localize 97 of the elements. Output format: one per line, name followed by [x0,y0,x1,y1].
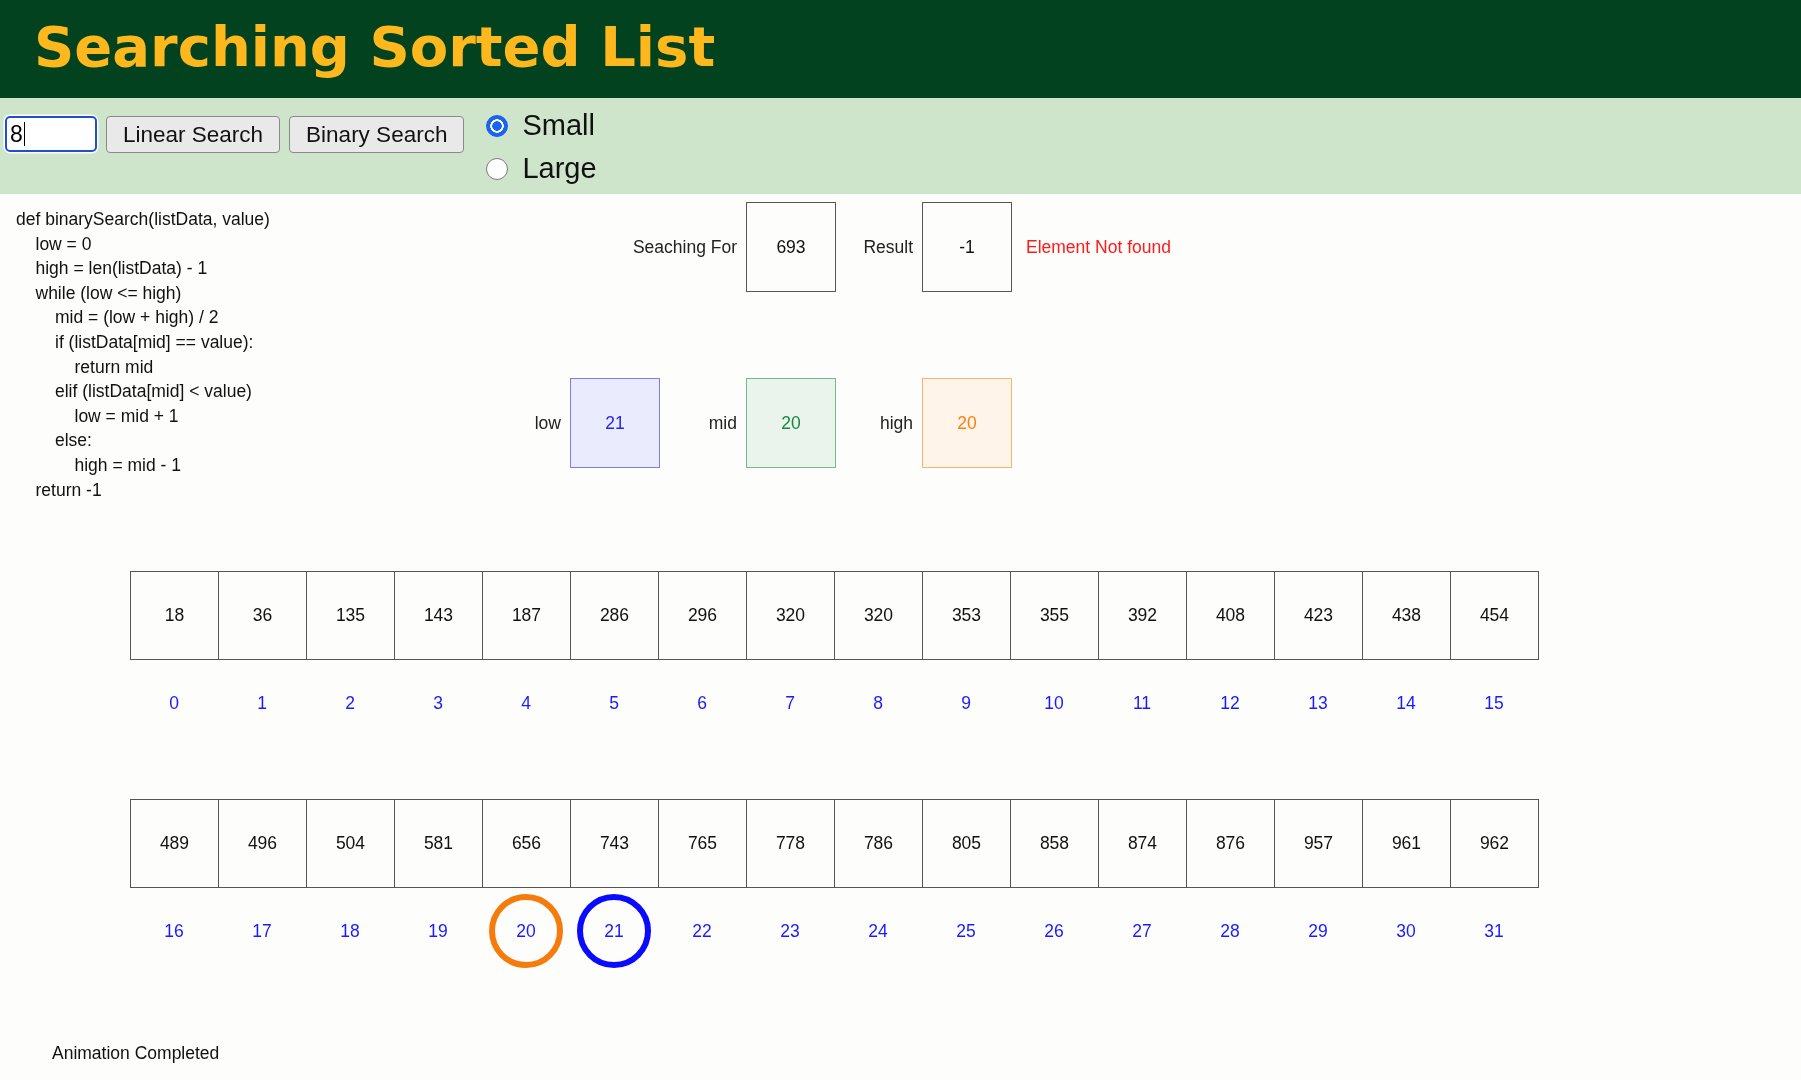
index-label: 13 [1308,693,1328,713]
array-cell: 353 [922,571,1011,660]
array-cell: 805 [922,799,1011,888]
array-cell: 392 [1098,571,1187,660]
array-cell: 957 [1274,799,1363,888]
code-line: high = len(listData) - 1 [35,257,208,281]
code-line: low = 0 [35,232,92,256]
index-label: 1 [257,693,267,713]
array-cell: 496 [218,799,307,888]
index-label: 16 [164,921,184,941]
code-line: while (low <= high) [35,281,182,305]
array-cell: 135 [306,571,395,660]
code-line: elif (listData[mid] < value) [55,380,252,404]
code-line: mid = (low + high) / 2 [55,306,219,330]
index-label: 22 [692,921,712,941]
index-label: 11 [1132,693,1152,713]
index-label: 31 [1484,921,1504,941]
page-title: Searching Sorted List [34,14,716,81]
index-label: 10 [1044,693,1064,713]
array-cell: 656 [482,799,571,888]
field-label: Seaching For [632,236,737,258]
index-label: 21 [604,921,624,941]
array-cell: 286 [570,571,659,660]
index-label: 19 [428,921,448,941]
array-cell: 355 [1010,571,1099,660]
text-cursor-icon [23,122,26,146]
array-cell: 320 [834,571,923,660]
radio-icon[interactable] [486,114,509,137]
array-cell: 489 [130,799,219,888]
size-option[interactable]: Large [486,147,597,190]
index-label: 18 [340,921,360,941]
array-cell: 296 [658,571,747,660]
index-label: 0 [169,693,179,713]
index-label: 3 [433,693,443,713]
index-label: 6 [697,693,707,713]
size-option[interactable]: Small [486,104,597,147]
index-label: 29 [1308,921,1328,941]
index-label: 23 [780,921,800,941]
array-cell: 778 [746,799,835,888]
array-cell: 858 [1010,799,1099,888]
index-label: 7 [785,693,795,713]
index-label: 27 [1132,921,1152,941]
array-cell: 143 [394,571,483,660]
status-text: Animation Completed [52,1043,220,1063]
search-button[interactable]: Linear Search [106,116,281,153]
array-cell: 961 [1362,799,1451,888]
pointer-value-display: 20 [746,378,836,468]
array-cell: 581 [394,799,483,888]
code-line: low = mid + 1 [74,404,179,428]
index-label: 5 [609,693,619,713]
code-line: def binarySearch(listData, value) [16,208,270,231]
pointer-label: high [879,412,913,434]
index-label: 8 [873,693,883,713]
code-line: high = mid - 1 [74,453,181,477]
search-input[interactable]: 8 [5,116,97,152]
result-value-display: -1 [922,202,1012,292]
array-cell: 438 [1362,571,1451,660]
index-label: 17 [252,921,272,941]
array-cell: 874 [1098,799,1187,888]
index-label: 25 [956,921,976,941]
array-cell: 765 [658,799,747,888]
pointer-value-display: 21 [570,378,660,468]
array-cell: 876 [1186,799,1275,888]
array-cell: 36 [218,571,307,660]
index-label: 24 [868,921,888,941]
code-line: return -1 [35,478,102,502]
pointer-value-display: 20 [922,378,1012,468]
index-label: 28 [1220,921,1240,941]
code-line: return mid [74,355,154,379]
pointer-label: low [534,412,561,434]
index-label: 30 [1396,921,1416,941]
index-label: 26 [1044,921,1064,941]
index-label: 4 [521,693,531,713]
index-label: 20 [516,921,536,941]
search-value-display: 693 [746,202,836,292]
code-line: if (listData[mid] == value): [55,330,254,354]
pointer-label: mid [708,412,737,434]
array-cell: 454 [1450,571,1539,660]
array-cell: 962 [1450,799,1539,888]
array-cell: 408 [1186,571,1275,660]
array-cell: 18 [130,571,219,660]
field-label: Result [863,236,913,258]
index-label: 15 [1484,693,1504,713]
radio-icon[interactable] [486,157,509,180]
index-label: 12 [1220,693,1240,713]
index-label: 14 [1396,693,1416,713]
array-cell: 504 [306,799,395,888]
status-message: Element Not found [1026,236,1171,258]
index-label: 2 [345,693,355,713]
array-cell: 743 [570,799,659,888]
code-line: else: [55,429,92,453]
array-cell: 320 [746,571,835,660]
search-button[interactable]: Binary Search [289,116,465,153]
array-cell: 423 [1274,571,1363,660]
array-cell: 786 [834,799,923,888]
array-cell: 187 [482,571,571,660]
index-label: 9 [961,693,971,713]
